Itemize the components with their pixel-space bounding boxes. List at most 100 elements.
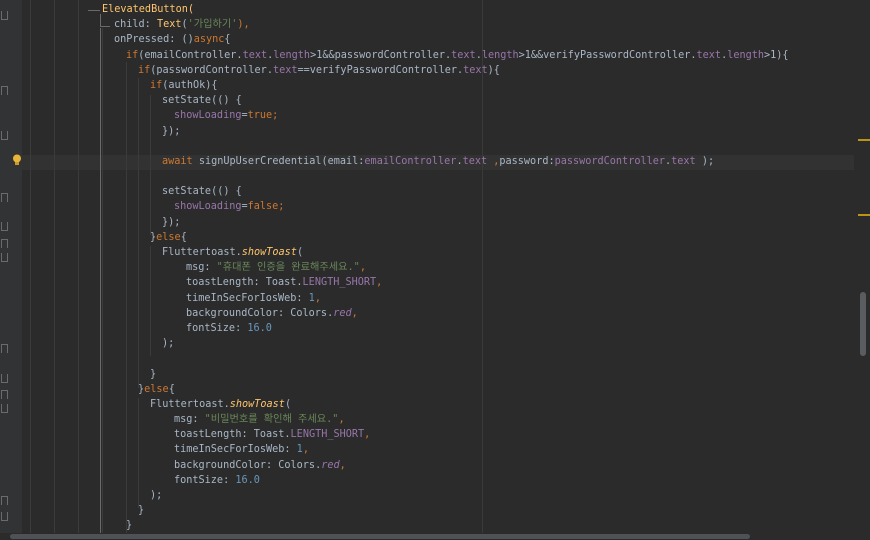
code-line[interactable]: } <box>22 518 789 533</box>
fold-marker-icon[interactable] <box>1 86 8 95</box>
code-token: ); <box>150 490 163 501</box>
code-line[interactable]: Fluttertoast.showToast( <box>22 245 789 260</box>
code-token: true <box>247 110 273 122</box>
code-line[interactable]: child: Text('가입하기'), <box>22 17 789 32</box>
code-token: timeInSecForIosWeb: <box>174 444 297 456</box>
horizontal-scroll-thumb[interactable] <box>10 534 750 539</box>
code-line[interactable] <box>22 351 789 366</box>
code-token: ElevatedButton( <box>102 4 195 15</box>
code-line[interactable]: showLoading=false; <box>22 199 789 214</box>
code-token: length <box>481 49 519 61</box>
editor-gutter[interactable] <box>0 0 22 540</box>
fold-marker-icon[interactable] <box>1 512 8 521</box>
code-token: , <box>302 444 309 456</box>
code-line[interactable] <box>22 169 789 184</box>
code-token: if <box>126 49 139 61</box>
code-token: async <box>193 34 225 46</box>
code-token: if <box>138 64 151 76</box>
code-token: { <box>180 231 187 243</box>
code-line[interactable]: setState(() { <box>22 184 789 199</box>
code-token: text <box>463 64 488 76</box>
code-line[interactable]: toastLength: Toast.LENGTH_SHORT, <box>22 275 789 290</box>
code-line[interactable]: fontSize: 16.0 <box>22 473 789 488</box>
fold-marker-icon[interactable] <box>1 404 8 413</box>
code-token: , <box>339 459 346 471</box>
code-token: : <box>144 19 157 31</box>
warning-marker[interactable] <box>858 214 870 216</box>
fold-marker-icon[interactable] <box>1 374 8 383</box>
code-line[interactable]: onPressed: ()async{ <box>22 32 789 47</box>
code-line[interactable]: if(emailController.text.length>1&&passwo… <box>22 48 789 63</box>
code-token: ; <box>272 110 279 122</box>
code-line[interactable]: if(passwordController.text==verifyPasswo… <box>22 63 789 78</box>
code-token: password: <box>499 155 555 167</box>
code-token: showLoading <box>174 201 242 213</box>
fold-marker-icon[interactable] <box>1 496 8 505</box>
code-line[interactable]: backgroundColor: Colors.red, <box>22 458 789 473</box>
code-token: '가입하기' <box>187 19 238 31</box>
horizontal-scrollbar[interactable] <box>0 533 870 540</box>
code-token: setState(() { <box>162 186 242 198</box>
warning-marker[interactable] <box>858 139 870 141</box>
code-token: text <box>272 64 298 76</box>
code-token: , <box>359 262 366 274</box>
vertical-scrollbar[interactable] <box>854 0 870 540</box>
code-token: { <box>224 34 231 46</box>
fold-marker-icon[interactable] <box>1 193 8 202</box>
code-line[interactable]: } <box>22 503 789 518</box>
code-line[interactable]: timeInSecForIosWeb: 1, <box>22 442 789 457</box>
code-token: false <box>247 201 279 213</box>
code-content[interactable]: ElevatedButton( child: Text('가입하기'), onPre… <box>22 2 789 534</box>
code-line[interactable]: ); <box>22 488 789 503</box>
code-line[interactable]: showLoading=true; <box>22 108 789 123</box>
code-line[interactable]: setState(() { <box>22 93 789 108</box>
code-line[interactable]: }else{ <box>22 230 789 245</box>
code-line[interactable]: }); <box>22 124 789 139</box>
code-token: showToast <box>241 247 297 258</box>
fold-marker-icon[interactable] <box>1 344 8 353</box>
code-line[interactable]: msg: "비밀번호를 확인해 주세요.", <box>22 412 789 427</box>
code-token: fontSize: <box>174 474 236 486</box>
fold-marker-icon[interactable] <box>1 11 8 20</box>
code-token: showLoading <box>174 110 242 122</box>
code-token: setState(() { <box>162 95 242 107</box>
code-token: Fluttertoast. <box>162 247 242 258</box>
code-token: ( <box>296 247 304 258</box>
code-token: timeInSecForIosWeb: <box>186 292 309 304</box>
code-line[interactable]: }else{ <box>22 382 789 397</box>
code-line[interactable]: }); <box>22 215 789 230</box>
code-line[interactable] <box>22 139 789 154</box>
code-token: text <box>671 155 702 167</box>
vertical-scroll-thumb[interactable] <box>860 292 866 356</box>
fold-marker-icon[interactable] <box>1 253 8 262</box>
fold-marker-icon[interactable] <box>1 390 8 399</box>
code-token: else <box>156 231 181 243</box>
code-token: >1&&verifyPasswordController. <box>518 49 697 61</box>
lightbulb-icon[interactable] <box>12 154 22 166</box>
code-line[interactable]: msg: "휴대폰 인증을 완료해주세요.", <box>22 260 789 275</box>
code-token: }); <box>162 125 181 137</box>
code-token: LENGTH_SHORT <box>290 429 365 441</box>
code-line[interactable]: timeInSecForIosWeb: 1, <box>22 291 789 306</box>
code-line[interactable]: ); <box>22 336 789 351</box>
fold-marker-icon[interactable] <box>1 222 8 231</box>
code-token: red <box>321 459 340 471</box>
code-line[interactable]: } <box>22 367 789 382</box>
code-editor[interactable]: ElevatedButton( child: Text('가입하기'), onPre… <box>22 0 854 540</box>
code-token: 16.0 <box>235 474 260 486</box>
fold-marker-icon[interactable] <box>1 131 8 140</box>
code-line[interactable]: if(authOk){ <box>22 78 789 93</box>
code-token: , <box>351 307 358 319</box>
code-token: ){ <box>487 64 500 76</box>
code-line[interactable]: await signUpUserCredential(email:emailCo… <box>22 154 789 169</box>
code-line[interactable]: Fluttertoast.showToast( <box>22 397 789 412</box>
code-token: >1){ <box>764 49 789 61</box>
code-line[interactable]: fontSize: 16.0 <box>22 321 789 336</box>
code-line[interactable]: backgroundColor: Colors.red, <box>22 306 789 321</box>
code-line[interactable]: ElevatedButton( <box>22 2 789 17</box>
code-token: (emailController. <box>138 49 243 61</box>
fold-marker-icon[interactable] <box>1 239 8 248</box>
code-token: toastLength: Toast. <box>186 277 303 289</box>
code-token: "휴대폰 인증을 완료해주세요." <box>216 262 360 274</box>
code-line[interactable]: toastLength: Toast.LENGTH_SHORT, <box>22 427 789 442</box>
